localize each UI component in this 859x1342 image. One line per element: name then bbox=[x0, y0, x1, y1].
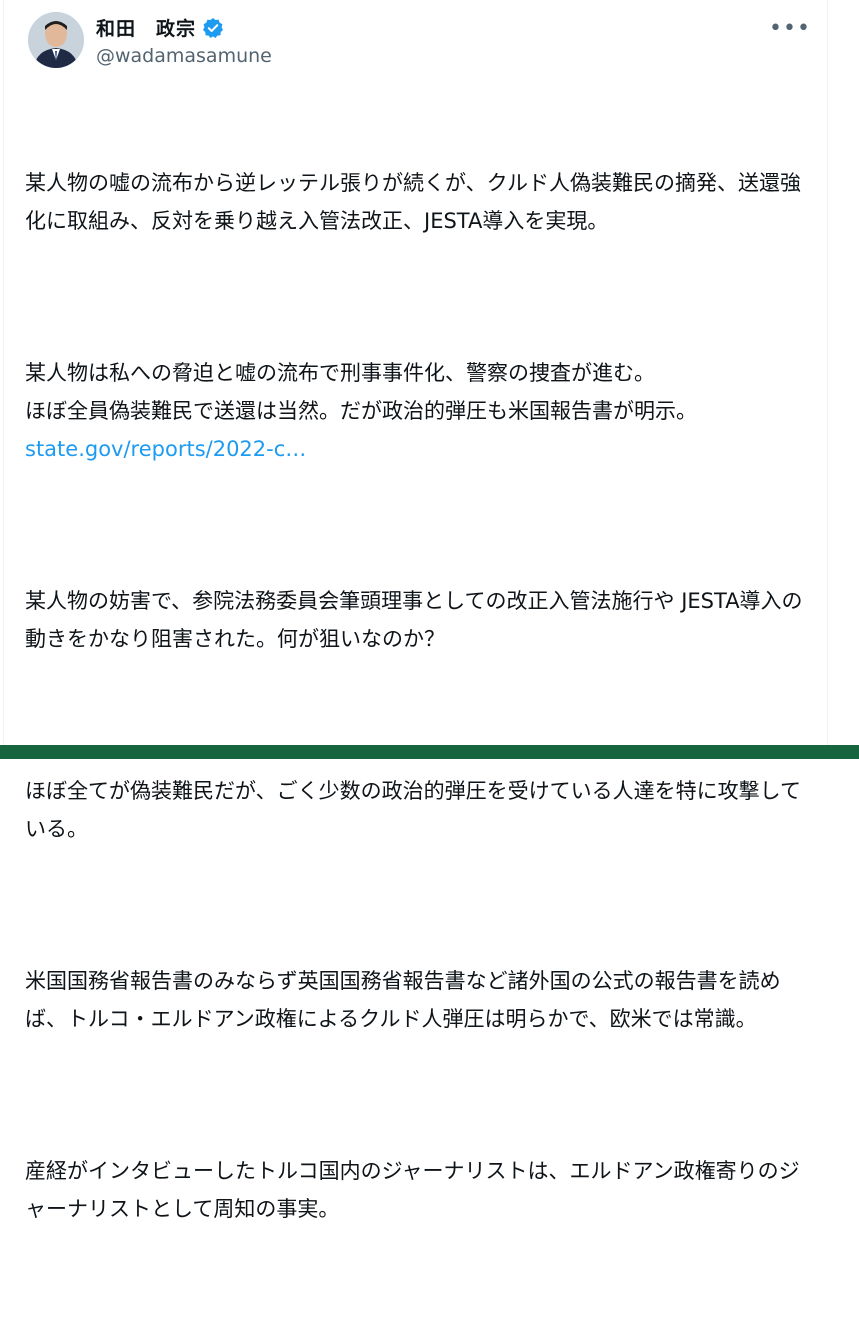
tweet-paragraph: 産経がインタビューしたトルコ国内のジャーナリストは、エルドアン政権寄りのジャーナ… bbox=[25, 1159, 800, 1221]
tweet-paragraph: 某人物の嘘の流布から逆レッテル張りが続くが、クルド人偽装難民の摘発、送還強化に取… bbox=[25, 171, 801, 233]
avatar[interactable] bbox=[28, 12, 84, 68]
more-options-button[interactable]: ••• bbox=[769, 14, 810, 42]
tweet-text: 某人物の嘘の流布から逆レッテル張りが続くが、クルド人偽装難民の摘発、送還強化に取… bbox=[25, 88, 815, 1342]
display-name[interactable]: 和田 政宗 bbox=[96, 14, 196, 41]
verified-badge-icon bbox=[202, 17, 224, 39]
scrollbar[interactable] bbox=[836, 0, 859, 745]
more-icon: ••• bbox=[769, 15, 811, 41]
tweet-paragraph: 某人物の妨害で、参院法務委員会筆頭理事としての改正入管法施行や JESTA導入の… bbox=[25, 589, 803, 651]
tweet-paragraph-text: 某人物は私への脅迫と嘘の流布で刑事事件化、警察の捜査が進む。 ほぼ全員偽装難民で… bbox=[25, 361, 697, 423]
avatar-image bbox=[28, 12, 84, 68]
author-name-row: 和田 政宗 bbox=[96, 14, 224, 41]
tweet-paragraph-with-link: 某人物は私への脅迫と嘘の流布で刑事事件化、警察の捜査が進む。 ほぼ全員偽装難民で… bbox=[25, 354, 815, 468]
author-handle[interactable]: @wadamasamune bbox=[96, 45, 272, 67]
tweet-card: 和田 政宗 @wadamasamune ••• 某人物の嘘の流布から逆レッテル張… bbox=[3, 0, 828, 1221]
tweet-paragraph: 米国国務省報告書のみならず英国国務省報告書など諸外国の公式の報告書を読めば、トル… bbox=[25, 969, 781, 1031]
tweet-paragraph: ほぼ全てが偽装難民だが、ごく少数の政治的弾圧を受けている人達を特に攻撃している。 bbox=[25, 779, 801, 841]
bottom-taskbar bbox=[0, 745, 859, 759]
state-gov-link[interactable]: state.gov/reports/2022-c… bbox=[25, 437, 306, 461]
